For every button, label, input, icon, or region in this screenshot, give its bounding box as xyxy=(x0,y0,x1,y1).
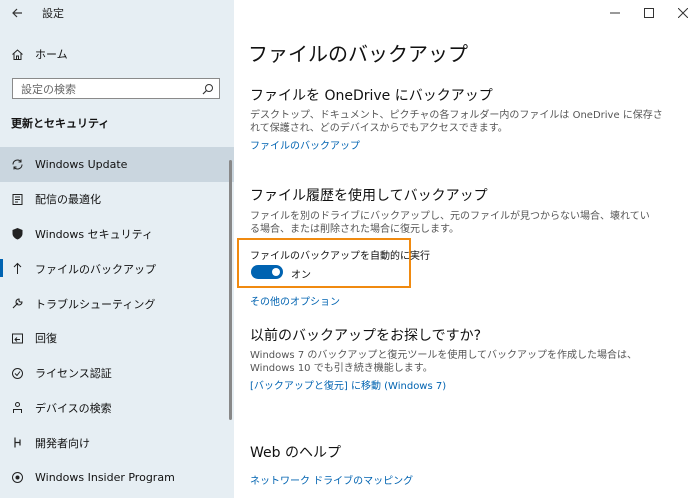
delivery-optimization-icon xyxy=(10,192,24,206)
sidebar-item-label: 回復 xyxy=(35,332,57,346)
onedrive-heading: ファイルを OneDrive にバックアップ xyxy=(250,88,493,104)
minimize-button[interactable] xyxy=(598,0,632,26)
sidebar-item-label: 開発者向け xyxy=(35,436,90,450)
sidebar-item-file-backup[interactable]: ファイルのバックアップ xyxy=(0,251,234,286)
maximize-icon xyxy=(644,8,654,18)
onedrive-description-line2: れて保護され、どのデバイスからでもアクセスできます。 xyxy=(250,123,508,134)
window-controls xyxy=(598,0,700,26)
shield-icon xyxy=(10,227,24,241)
sidebar-item-activation[interactable]: ライセンス認証 xyxy=(0,356,234,391)
previous-backup-description-line1: Windows 7 のバックアップと復元ツールを使用してバックアップを作成した場… xyxy=(250,350,638,361)
check-circle-icon xyxy=(10,366,24,380)
sidebar-item-insider[interactable]: Windows Insider Program xyxy=(0,460,234,495)
close-button[interactable] xyxy=(666,0,700,26)
more-options-link[interactable]: その他のオプション xyxy=(250,293,340,308)
recovery-icon xyxy=(10,331,24,345)
sidebar-scrollbar[interactable] xyxy=(229,160,232,420)
sidebar-item-find-device[interactable]: デバイスの検索 xyxy=(0,391,234,426)
minimize-icon xyxy=(610,12,620,14)
sidebar-item-troubleshoot[interactable]: トラブルシューティング xyxy=(0,286,234,321)
sidebar-item-label: Windows Update xyxy=(35,157,128,171)
auto-backup-toggle[interactable] xyxy=(251,265,283,279)
sidebar-item-home[interactable]: ホーム xyxy=(0,42,234,66)
wrench-icon xyxy=(10,297,24,311)
backup-files-link[interactable]: ファイルのバックアップ xyxy=(250,137,360,152)
sidebar-item-recovery[interactable]: 回復 xyxy=(0,321,234,356)
previous-backup-heading: 以前のバックアップをお探しですか? xyxy=(250,328,482,344)
file-history-description-line1: ファイルを別のドライブにバックアップし、元のファイルが見つからない場合、壊れてい xyxy=(250,211,650,222)
selected-indicator xyxy=(0,259,3,278)
map-network-drive-link[interactable]: ネットワーク ドライブのマッピング xyxy=(250,472,413,487)
sidebar-item-label: トラブルシューティング xyxy=(35,297,156,311)
file-history-heading: ファイル履歴を使用してバックアップ xyxy=(250,188,488,204)
sidebar-nav: Windows Update 配信の最適化 Windows セキュリティ ファイ… xyxy=(0,147,234,495)
section-title: 更新とセキュリティ xyxy=(11,117,110,130)
sidebar-item-windows-update[interactable]: Windows Update xyxy=(0,147,234,182)
home-icon xyxy=(10,47,24,61)
developer-icon xyxy=(10,436,24,450)
toggle-knob xyxy=(272,268,280,276)
sidebar-item-windows-security[interactable]: Windows セキュリティ xyxy=(0,217,234,252)
backup-restore-link[interactable]: [バックアップと復元] に移動 (Windows 7) xyxy=(250,377,446,392)
sidebar-item-label: Windows Insider Program xyxy=(35,471,175,485)
home-label: ホーム xyxy=(35,48,68,61)
sidebar-item-label: ライセンス認証 xyxy=(35,367,112,381)
previous-backup-description-line2: Windows 10 でも引き続き機能します。 xyxy=(250,363,433,374)
sidebar-item-label: デバイスの検索 xyxy=(35,401,112,415)
maximize-button[interactable] xyxy=(632,0,666,26)
search-placeholder: 設定の検索 xyxy=(21,82,76,96)
main-content: ファイルのバックアップ ファイルを OneDrive にバックアップ デスクトッ… xyxy=(234,0,700,498)
close-icon xyxy=(678,8,688,18)
toggle-state-text: オン xyxy=(291,270,311,281)
file-history-description-line2: る場合、または削除された場合に復元します。 xyxy=(250,224,459,235)
auto-backup-toggle-label: ファイルのバックアップを自動的に実行 xyxy=(250,251,430,262)
sidebar-item-label: 配信の最適化 xyxy=(35,193,101,207)
search-icon[interactable] xyxy=(201,82,215,96)
search-input[interactable]: 設定の検索 xyxy=(12,78,220,99)
sidebar-item-delivery-optimization[interactable]: 配信の最適化 xyxy=(0,182,234,217)
web-help-heading: Web のヘルプ xyxy=(250,445,341,461)
window-title: 設定 xyxy=(42,7,64,20)
sync-icon xyxy=(10,157,24,171)
insider-icon xyxy=(10,471,24,485)
sidebar-item-label: ファイルのバックアップ xyxy=(35,262,156,276)
sidebar-item-developers[interactable]: 開発者向け xyxy=(0,425,234,460)
sidebar: 設定 ホーム 設定の検索 更新とセキュリティ Windows Update 配信… xyxy=(0,0,234,498)
highlight-box xyxy=(237,238,411,288)
back-arrow-icon xyxy=(12,8,22,18)
sidebar-item-label: Windows セキュリティ xyxy=(35,227,153,241)
person-location-icon xyxy=(10,401,24,415)
title-bar: 設定 xyxy=(0,0,234,26)
page-title: ファイルのバックアップ xyxy=(248,42,468,66)
onedrive-description-line1: デスクトップ、ドキュメント、ピクチャの各フォルダー内のファイルは OneDriv… xyxy=(250,110,663,121)
back-button[interactable] xyxy=(0,0,34,26)
backup-arrow-icon xyxy=(10,262,24,276)
